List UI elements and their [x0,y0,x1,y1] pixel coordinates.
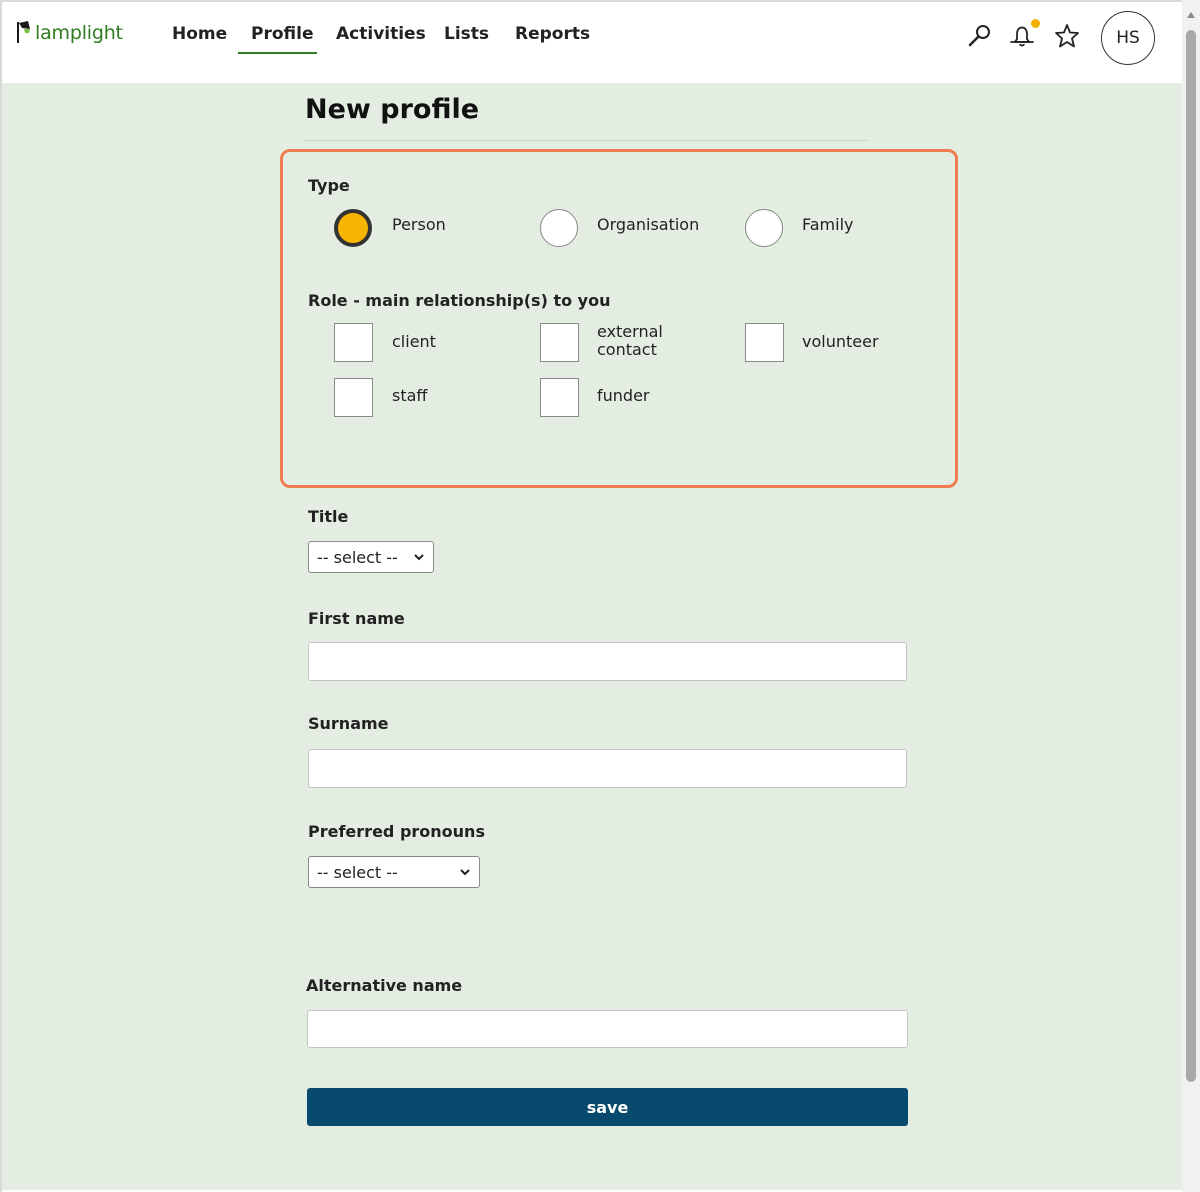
nav-profile[interactable]: Profile [251,24,313,44]
type-label: Type [308,176,350,195]
radio-family-label[interactable]: Family [802,216,853,234]
pronouns-label: Preferred pronouns [308,822,485,841]
role-label: Role - main relationship(s) to you [308,291,611,310]
chevron-down-icon [460,869,470,876]
title-field-label: Title [308,507,349,526]
checkbox-external-contact-label[interactable]: external contact [597,323,677,359]
checkbox-funder[interactable] [540,378,579,417]
alternative-name-label: Alternative name [306,976,463,995]
logo-text: lamplight [35,22,123,44]
radio-organisation[interactable] [540,209,578,247]
first-name-input[interactable] [308,642,907,681]
checkbox-volunteer[interactable] [745,323,784,362]
radio-person[interactable] [334,209,372,247]
nav-reports[interactable]: Reports [515,24,590,44]
nav-lists[interactable]: Lists [444,24,489,44]
highlight-annotation [280,149,958,488]
nav-home[interactable]: Home [172,24,227,44]
pronouns-select[interactable]: -- select -- [308,856,480,888]
radio-person-label[interactable]: Person [392,216,446,234]
title-select-value: -- select -- [317,547,398,567]
scrollbar-thumb[interactable] [1186,30,1196,1082]
title-divider [305,140,867,141]
scroll-up-arrow-icon[interactable] [1186,10,1196,20]
lamplight-logo[interactable]: lamplight [16,20,123,44]
user-avatar[interactable]: HS [1101,11,1155,65]
checkbox-volunteer-label[interactable]: volunteer [802,333,879,351]
star-icon[interactable] [1053,22,1081,50]
alternative-name-input[interactable] [307,1010,908,1048]
title-select[interactable]: -- select -- [308,541,434,573]
lamp-logo-icon [17,21,30,43]
surname-input[interactable] [308,749,907,788]
radio-organisation-label[interactable]: Organisation [597,216,699,234]
checkbox-client-label[interactable]: client [392,333,436,351]
checkbox-external-contact[interactable] [540,323,579,362]
checkbox-staff-label[interactable]: staff [392,387,427,405]
radio-family[interactable] [745,209,783,247]
surname-label: Surname [308,714,389,733]
window-frame [0,0,1200,2]
save-button[interactable]: save [307,1088,908,1126]
first-name-label: First name [308,609,405,628]
search-icon[interactable] [966,22,994,50]
pronouns-select-value: -- select -- [317,862,398,882]
checkbox-staff[interactable] [334,378,373,417]
checkbox-client[interactable] [334,323,373,362]
checkbox-funder-label[interactable]: funder [597,387,650,405]
nav-activities[interactable]: Activities [336,24,426,44]
page-title: New profile [305,94,480,125]
chevron-down-icon [414,554,424,561]
notification-dot [1031,19,1040,28]
active-tab-indicator [238,52,317,54]
window-frame [0,0,2,1192]
